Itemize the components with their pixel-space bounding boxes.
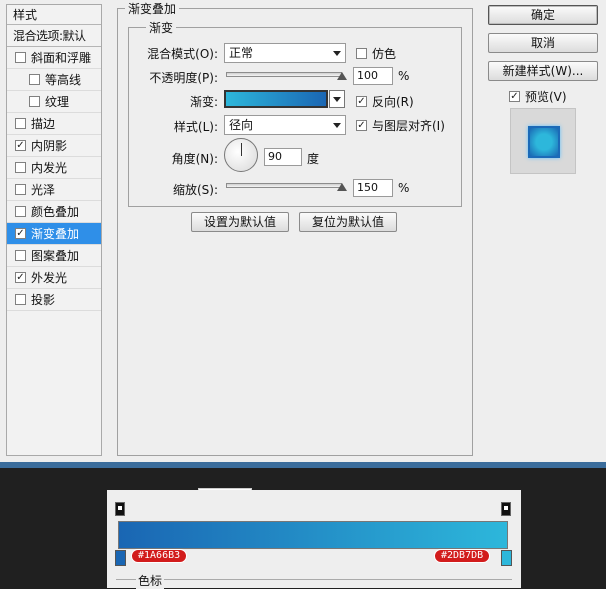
style-label: 样式(L): xyxy=(173,120,218,134)
scale-label: 缩放(S): xyxy=(172,183,218,197)
reverse-checkbox[interactable]: ✓ 反向(R) xyxy=(356,93,414,110)
style-item[interactable]: ✓ 外发光 xyxy=(7,267,101,289)
scale-unit: % xyxy=(398,181,410,195)
angle-unit: 度 xyxy=(307,152,320,166)
blend-mode-value: 正常 xyxy=(229,46,254,60)
checkbox-icon[interactable] xyxy=(15,162,26,173)
scale-input[interactable]: 150 xyxy=(353,179,393,197)
style-item[interactable]: 内发光 xyxy=(7,157,101,179)
color-stop-right[interactable] xyxy=(501,550,512,566)
gradient-style-dropdown[interactable]: 径向 xyxy=(224,115,346,135)
gradient-style-value: 径向 xyxy=(229,118,254,132)
checkbox-icon[interactable]: ✓ xyxy=(15,272,26,283)
opacity-unit: % xyxy=(398,69,410,83)
gradient-bar[interactable] xyxy=(118,521,508,549)
checkbox-icon[interactable] xyxy=(29,74,40,85)
preview-check-icon: ✓ xyxy=(509,91,520,102)
style-item[interactable]: 投影 xyxy=(7,289,101,311)
checkbox-icon[interactable]: ✓ xyxy=(15,228,26,239)
dither-checkbox[interactable]: 仿色 xyxy=(356,45,396,62)
style-item-label: 纹理 xyxy=(45,95,70,109)
opacity-slider[interactable] xyxy=(226,72,342,77)
style-item[interactable]: ✓ 渐变叠加 xyxy=(7,223,101,245)
preview-label: 预览(V) xyxy=(525,90,567,104)
style-item-label: 描边 xyxy=(31,117,56,131)
color-stops-label: 色标 xyxy=(136,572,165,589)
opacity-stop-right[interactable] xyxy=(501,502,511,516)
angle-dial-needle xyxy=(241,143,242,156)
style-item-label: 颜色叠加 xyxy=(31,205,80,219)
checkbox-icon[interactable] xyxy=(29,96,40,107)
style-item-label: 内发光 xyxy=(31,161,68,175)
align-with-layer-checkbox[interactable]: ✓ 与图层对齐(I) xyxy=(356,117,445,134)
preview-checkbox[interactable]: ✓ 预览(V) xyxy=(509,88,567,105)
scale-slider-thumb[interactable] xyxy=(337,183,347,191)
reverse-label: 反向(R) xyxy=(372,95,414,109)
style-item-label: 渐变叠加 xyxy=(31,227,80,241)
opacity-input[interactable]: 100 xyxy=(353,67,393,85)
reverse-check-icon: ✓ xyxy=(356,96,367,107)
chevron-down-icon xyxy=(333,123,341,128)
blend-options-item[interactable]: 混合选项:默认 xyxy=(7,25,101,47)
opacity-slider-thumb[interactable] xyxy=(337,72,347,80)
scale-slider[interactable] xyxy=(226,183,342,188)
checkbox-icon[interactable] xyxy=(15,206,26,217)
checkbox-icon[interactable] xyxy=(15,118,26,129)
gradient-label: 渐变: xyxy=(189,95,218,109)
style-item-label: 外发光 xyxy=(31,271,68,285)
align-with-layer-label: 与图层对齐(I) xyxy=(372,119,445,133)
styles-header[interactable]: 样式 xyxy=(7,5,101,25)
cancel-button[interactable]: 取消 xyxy=(488,33,598,53)
style-item[interactable]: 斜面和浮雕 xyxy=(7,47,101,69)
checkbox-icon[interactable] xyxy=(15,52,26,63)
style-item[interactable]: 图案叠加 xyxy=(7,245,101,267)
style-item-label: 投影 xyxy=(31,293,56,307)
style-item[interactable]: ✓ 内阴影 xyxy=(7,135,101,157)
blend-mode-label: 混合模式(O): xyxy=(147,47,218,61)
style-preview xyxy=(510,108,576,174)
angle-dial[interactable] xyxy=(224,138,258,172)
checkbox-icon[interactable] xyxy=(15,250,26,261)
editor-divider xyxy=(116,579,512,580)
preview-swatch xyxy=(528,126,560,158)
chevron-down-icon xyxy=(333,51,341,56)
make-default-button[interactable]: 设置为默认值 xyxy=(191,212,289,232)
checkbox-icon[interactable]: ✓ xyxy=(15,140,26,151)
checkbox-icon[interactable] xyxy=(15,294,26,305)
gradient-picker-swatch[interactable] xyxy=(224,90,328,108)
style-item-label: 等高线 xyxy=(45,73,82,87)
chevron-down-icon xyxy=(333,97,341,102)
color-stop-right-hex: #2DB7DB xyxy=(434,549,491,563)
style-item-label: 光泽 xyxy=(31,183,56,197)
style-item[interactable]: 描边 xyxy=(7,113,101,135)
style-item-label: 内阴影 xyxy=(31,139,68,153)
gradient-overlay-title: 渐变叠加 xyxy=(125,0,180,17)
window-divider xyxy=(0,462,606,468)
dither-label: 仿色 xyxy=(372,47,397,61)
opacity-label: 不透明度(P): xyxy=(149,71,218,85)
dither-check-icon xyxy=(356,48,367,59)
style-item[interactable]: 纹理 xyxy=(7,91,101,113)
style-item[interactable]: 颜色叠加 xyxy=(7,201,101,223)
blend-mode-dropdown[interactable]: 正常 xyxy=(224,43,346,63)
gradient-section-title: 渐变 xyxy=(146,19,177,36)
opacity-stop-left[interactable] xyxy=(115,502,125,516)
color-stop-left-hex: #1A66B3 xyxy=(131,549,188,563)
layer-style-dialog: 样式 混合选项:默认 斜面和浮雕等高线纹理描边 ✓ 内阴影内发光光泽颜色叠加 ✓ 渐变叠… xyxy=(0,0,606,462)
angle-input[interactable]: 90 xyxy=(264,148,302,166)
styles-list: 样式 混合选项:默认 斜面和浮雕等高线纹理描边 ✓ 内阴影内发光光泽颜色叠加 ✓ 渐变叠… xyxy=(6,4,102,456)
ok-button[interactable]: 确定 xyxy=(488,5,598,25)
style-item[interactable]: 光泽 xyxy=(7,179,101,201)
reset-default-button[interactable]: 复位为默认值 xyxy=(299,212,397,232)
style-item-label: 斜面和浮雕 xyxy=(31,51,92,65)
style-item[interactable]: 等高线 xyxy=(7,69,101,91)
align-check-icon: ✓ xyxy=(356,120,367,131)
style-item-label: 图案叠加 xyxy=(31,249,80,263)
checkbox-icon[interactable] xyxy=(15,184,26,195)
gradient-dropdown-button[interactable] xyxy=(329,90,345,108)
new-style-button[interactable]: 新建样式(W)... xyxy=(488,61,598,81)
color-stop-left[interactable] xyxy=(115,550,126,566)
angle-label: 角度(N): xyxy=(171,152,218,166)
